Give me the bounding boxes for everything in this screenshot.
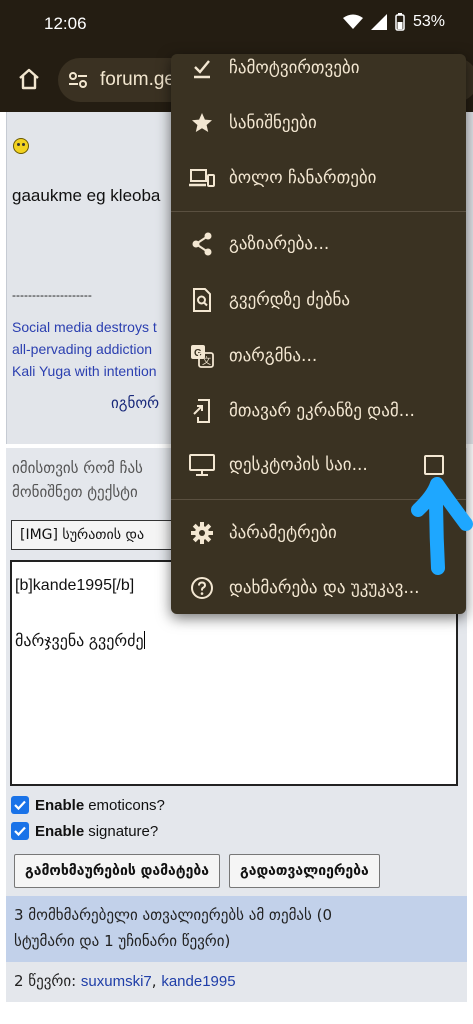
home-icon [19,68,39,90]
menu-item-translate[interactable]: G文 თარგმნა... [171,328,466,384]
downloads-icon [189,55,215,81]
checkmark-icon [14,800,26,811]
menu-divider [171,499,466,500]
menu-item-settings[interactable]: პარამეტრები [171,505,466,561]
menu-item-downloads[interactable]: ჩამოტვირთვები [171,54,466,96]
smiley-emoticon-icon [13,138,29,154]
devices-icon [189,165,215,191]
add-to-home-icon [189,398,215,424]
menu-item-bookmarks[interactable]: სანიშნეები [171,95,466,151]
ignore-link[interactable]: იგნორ [111,394,159,412]
reader-link[interactable]: suxumski7 [81,973,152,990]
svg-text:文: 文 [202,355,211,367]
post-text: gaaukme eg kleoba [12,186,161,205]
star-icon [189,110,215,136]
menu-item-find-in-page[interactable]: გვერდზე ძებნა [171,272,466,328]
menu-divider [171,211,466,212]
enable-emoticons-row[interactable]: Enable emoticons? [11,796,165,814]
signal-icon [370,14,387,30]
battery-percent: 53% [412,13,445,30]
browser-overflow-menu: ჩამოტვირთვები სანიშნეები ბოლო ჩანართები … [171,54,466,614]
users-reading-bar: 3 მომხმარებელი ათვალიერებს ამ თემას (0 ს… [6,896,467,962]
status-time: 12:06 [44,14,87,33]
add-reply-button[interactable]: გამოხმაურების დამატება [14,854,221,888]
readers-list: 2 წევრი: suxumski7, kande1995 [6,964,467,1002]
status-icons: 53% [342,13,445,31]
menu-item-add-to-home[interactable]: მთავარ ეკრანზე დამ... [171,383,466,439]
help-icon [189,575,215,601]
battery-icon [395,13,405,31]
reader-link[interactable]: kande1995 [161,973,235,990]
signature-divider: -------------------- [12,288,92,302]
signature[interactable]: Social media destroys t all-pervading ad… [12,316,157,382]
signature-line[interactable]: Social media destroys t [12,316,157,338]
share-icon [189,231,215,257]
preview-button[interactable]: გადათვალიერება [229,854,380,888]
form-buttons: გამოხმაურების დამატება გადათვალიერება [14,854,380,888]
settings-icon [189,520,215,546]
wifi-icon [342,14,363,30]
signature-line[interactable]: Kali Yuga with intention [12,360,157,382]
desktop-site-checkbox[interactable] [424,455,444,475]
menu-item-share[interactable]: გაზიარება... [171,216,466,272]
site-settings-icon[interactable] [68,70,88,90]
translate-icon: G文 [189,343,215,369]
menu-item-help[interactable]: დახმარება და უკუკავ... [171,560,466,614]
enable-signature-checkbox[interactable] [11,822,29,840]
desktop-icon [189,452,215,478]
signature-line[interactable]: all-pervading addiction [12,338,157,360]
text-cursor [143,631,145,649]
reply-hint: იმისთვის რომ ჩას მონიშნეთ ტექსტი [12,459,143,501]
url-text: forum.ge/ [100,69,181,90]
home-button[interactable] [12,62,46,96]
find-in-page-icon [189,287,215,313]
checkmark-icon [14,826,26,837]
menu-item-desktop-site[interactable]: დესკტოპის საი... [171,437,466,493]
menu-item-recent-tabs[interactable]: ბოლო ჩანართები [171,150,466,206]
status-bar: 12:06 53% [0,0,473,48]
enable-signature-row[interactable]: Enable signature? [11,822,158,840]
enable-emoticons-checkbox[interactable] [11,796,29,814]
